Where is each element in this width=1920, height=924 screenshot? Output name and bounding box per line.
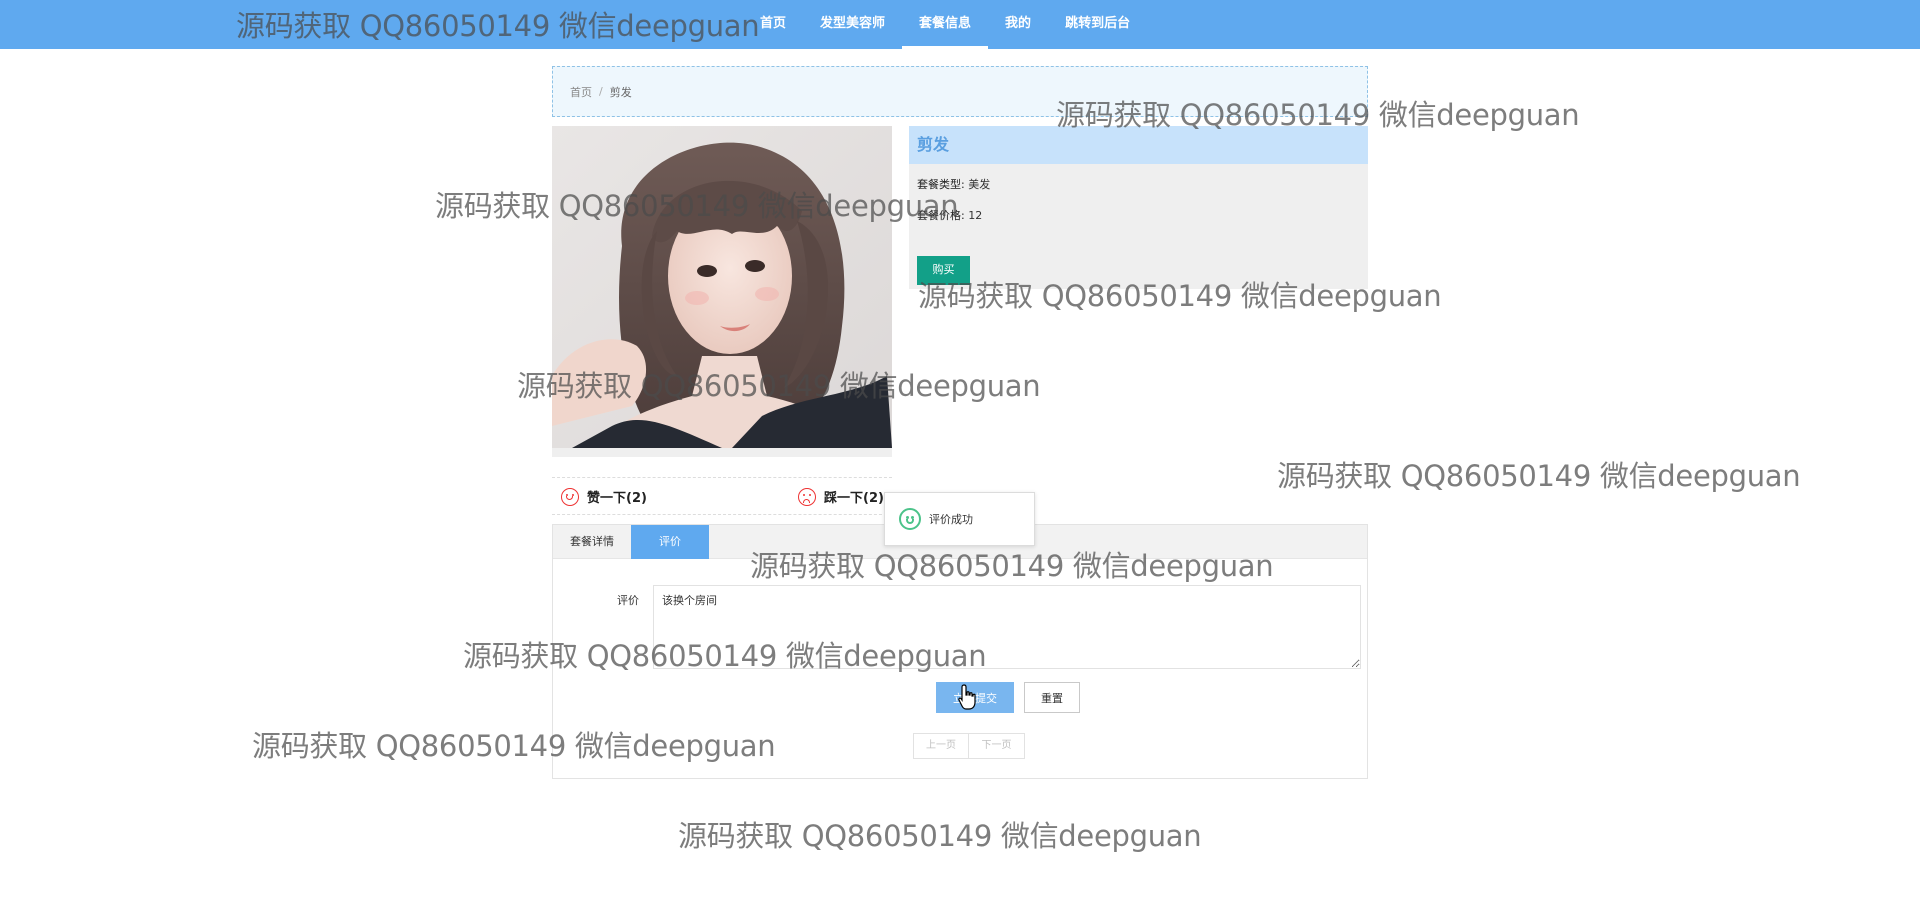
toast-message: 评价成功 [929,513,973,526]
dislike-label: 踩一下(2) [824,491,884,506]
success-toast: 评价成功 [884,492,1035,546]
package-price-row: 套餐价格: 12 [917,207,982,223]
breadcrumb-separator: / [599,85,603,98]
breadcrumb-home-link[interactable]: 首页 [570,84,592,100]
product-photo [552,126,892,448]
breadcrumb-current: 剪发 [609,85,632,99]
comment-textarea[interactable]: 该换个房间 [653,585,1361,669]
nav-item-admin[interactable]: 跳转到后台 [1048,0,1147,49]
reset-button[interactable]: 重置 [1024,682,1080,713]
pagination: 上一页 下一页 [913,733,1025,759]
watermark-text: 源码获取 QQ86050149 微信deepguan [678,819,1202,853]
nav-item-mine[interactable]: 我的 [988,0,1048,49]
package-price-label: 套餐价格: [917,209,965,222]
nav-item-home[interactable]: 首页 [743,0,803,49]
photo-caption-strip [552,448,892,457]
prev-page-button[interactable]: 上一页 [913,733,969,759]
tab-panel: 套餐详情 评价 评价 该换个房间 立即提交 重置 上一页 下一页 [552,524,1368,779]
package-price-value: 12 [968,209,983,222]
watermark-text: 源码获取 QQ86050149 微信deepguan [1277,459,1801,493]
smile-icon [561,487,579,506]
package-detail-panel: 剪发 套餐类型: 美发 套餐价格: 12 购买 [909,126,1368,289]
product-photo-illustration [552,126,892,448]
vote-bar: 赞一下(2) 踩一下(2) [552,477,892,515]
package-type-label: 套餐类型: [917,178,965,191]
buy-button[interactable]: 购买 [917,256,970,285]
comment-label: 评价 [617,594,639,607]
like-label: 赞一下(2) [587,491,647,506]
frown-icon [798,487,816,506]
package-title: 剪发 [909,126,1368,164]
package-type-row: 套餐类型: 美发 [917,176,990,192]
dislike-button[interactable]: 踩一下(2) [798,487,884,506]
like-button[interactable]: 赞一下(2) [561,487,647,506]
success-smile-icon [899,508,921,530]
package-type-value: 美发 [968,178,991,191]
tab-reviews[interactable]: 评价 [631,525,709,559]
hand-pointer-icon [958,684,976,710]
nav-item-stylists[interactable]: 发型美容师 [803,0,902,49]
next-page-button[interactable]: 下一页 [969,733,1025,759]
nav-item-packages[interactable]: 套餐信息 [902,0,989,49]
top-nav-bar: 首页 发型美容师 套餐信息 我的 跳转到后台 [0,0,1920,49]
breadcrumb: 首页 / 剪发 [552,66,1368,117]
tab-package-details[interactable]: 套餐详情 [553,525,631,559]
main-nav: 首页 发型美容师 套餐信息 我的 跳转到后台 [743,0,1147,49]
